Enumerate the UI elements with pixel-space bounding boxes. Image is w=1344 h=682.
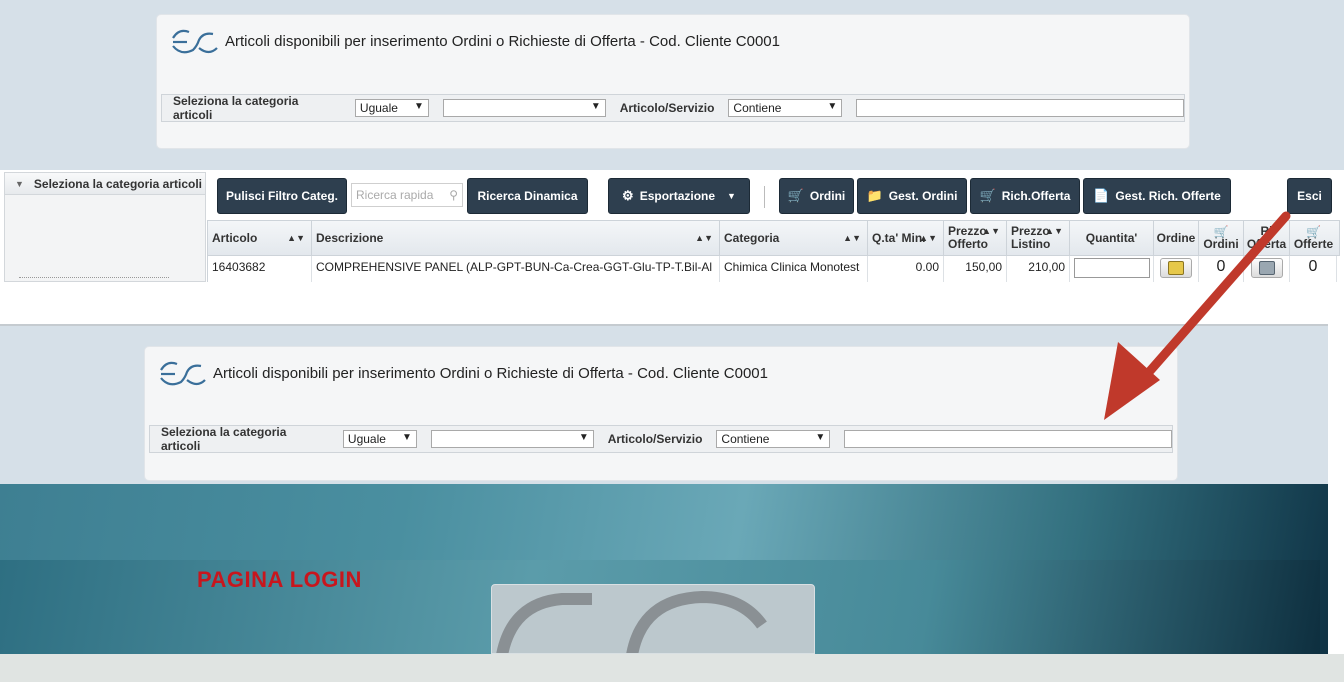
annotation-arrow-icon: [1104, 211, 1291, 420]
